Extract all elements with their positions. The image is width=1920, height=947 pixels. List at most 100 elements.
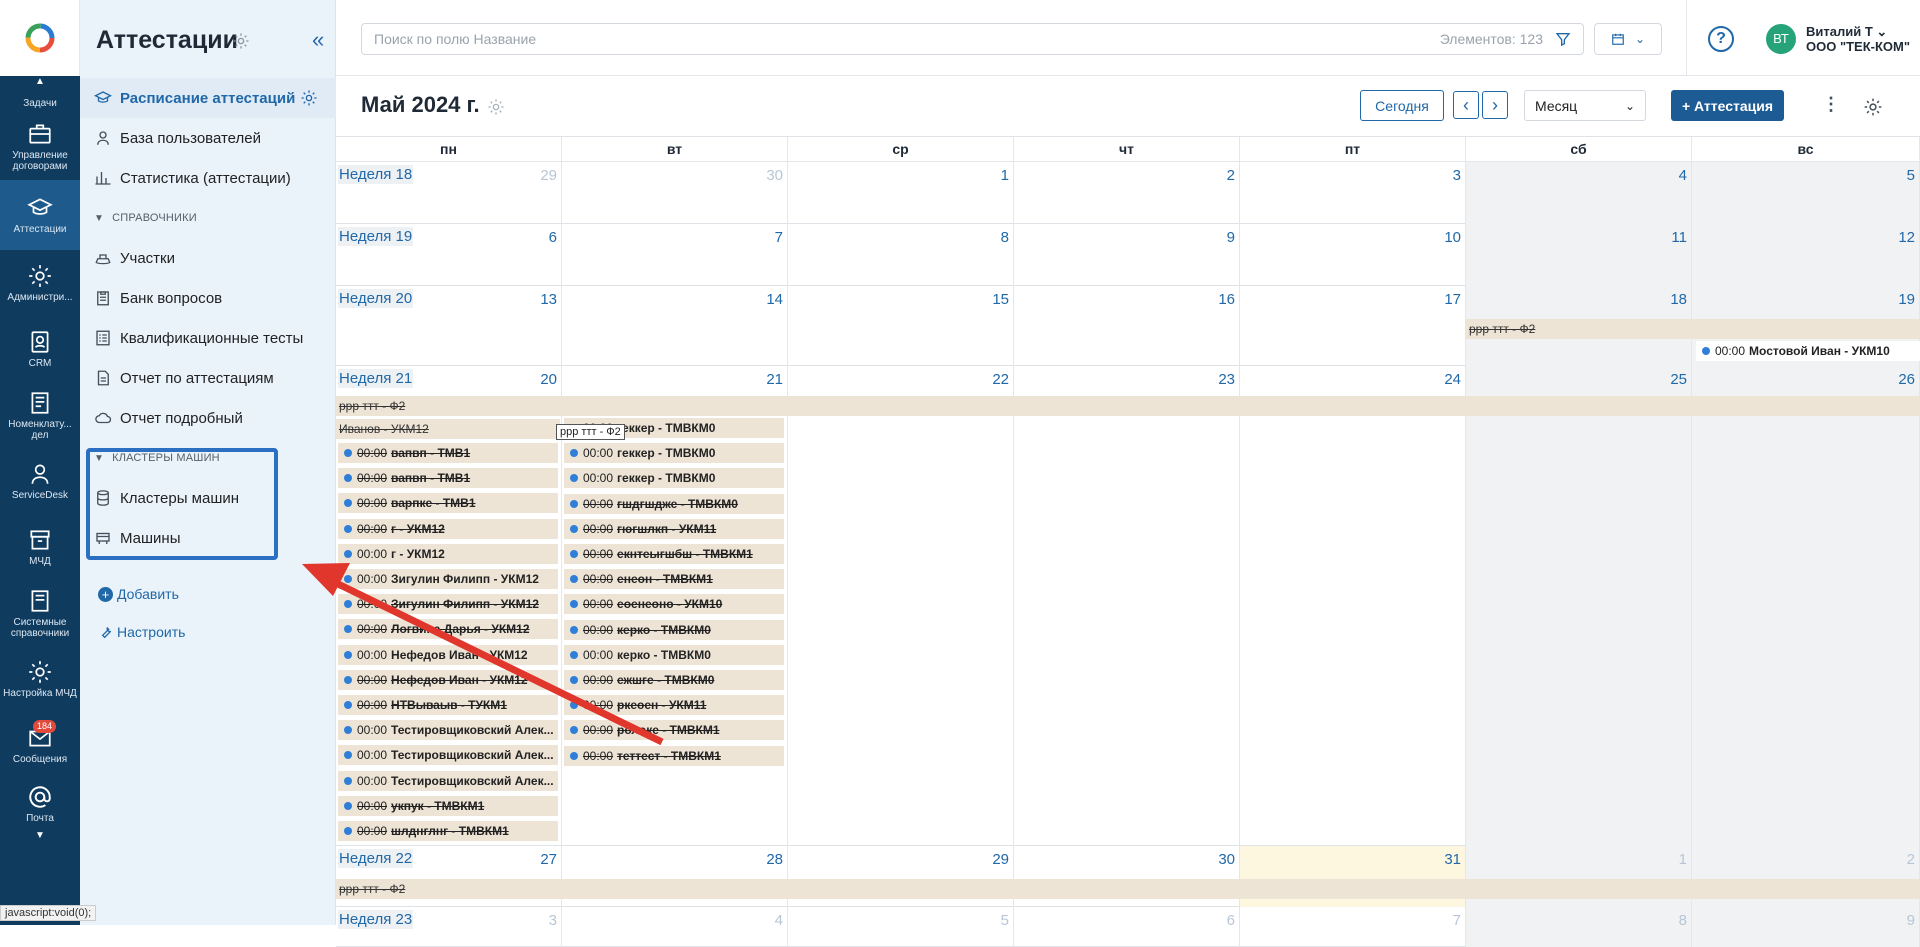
search-input[interactable]: Поиск по полю Название Элементов: 123 [361, 23, 1584, 55]
day-number[interactable]: 11 [1671, 229, 1687, 246]
day-number[interactable]: 9 [1907, 912, 1915, 929]
day-number[interactable]: 26 [1898, 371, 1915, 388]
gear-icon[interactable] [232, 32, 250, 50]
day-number[interactable]: 5 [1001, 912, 1009, 929]
day-cell[interactable]: 3 Неделя 23 [336, 907, 562, 947]
calendar-event[interactable]: 00:00 вапвп - ТМВ1 [338, 443, 558, 463]
calendar-event[interactable]: 00:00 енеон - ТМВКМ1 [564, 569, 784, 590]
calendar-event[interactable]: 00:00 керко - ТМВКМ0 [564, 644, 784, 665]
event-bar[interactable]: Иванов - УКМ12 [336, 419, 560, 439]
calendar-event[interactable]: 00:00 укпук - ТМВКМ1 [338, 795, 558, 816]
calendar-event[interactable]: 00:00 г - УКМ12 [338, 518, 558, 539]
day-cell[interactable]: 15 [788, 286, 1014, 366]
day-cell[interactable]: 9 [1692, 907, 1920, 947]
day-cell[interactable]: 12 [1692, 224, 1920, 286]
user-menu[interactable]: Виталий Т ⌄ ООО "ТЕК-КОМ" [1806, 24, 1910, 54]
day-cell[interactable]: 4 [562, 907, 788, 947]
day-number[interactable]: 27 [540, 851, 557, 868]
event-bar[interactable]: ррр ттт - Ф2 [336, 396, 1920, 416]
calendar-event[interactable]: 00:00 ролоке - ТМВКМ1 [564, 720, 784, 741]
day-number[interactable]: 30 [1218, 851, 1235, 868]
day-number[interactable]: 19 [1898, 291, 1915, 308]
calendar-event[interactable]: 00:00 Тестировщиковский Алек... [338, 745, 558, 766]
day-cell[interactable]: 29 Неделя 18 [336, 162, 562, 224]
calendar-event[interactable]: 00:00 Логвина Дарья - УКМ12 [338, 619, 558, 640]
rail-item-mchd-settings[interactable]: Настройка МЧД [0, 646, 80, 712]
sidebar-item-question-bank[interactable]: Банк вопросов [80, 278, 336, 318]
sidebar-item-qual-tests[interactable]: Квалификационные тесты [80, 318, 336, 358]
day-cell[interactable]: 22 [788, 366, 1014, 846]
week-label[interactable]: Неделя 21 [338, 369, 414, 388]
day-number[interactable]: 17 [1444, 291, 1461, 308]
calendar-event[interactable]: 00:00 керко - ТМВКМ0 [564, 619, 784, 640]
day-number[interactable]: 10 [1444, 229, 1461, 246]
day-cell[interactable]: 30 [562, 162, 788, 224]
day-number[interactable]: 18 [1670, 291, 1687, 308]
day-cell[interactable]: 6 Неделя 19 [336, 224, 562, 286]
calendar-event[interactable]: 00:00 гюгшлкп - УКМ11 [564, 518, 784, 539]
day-number[interactable]: 23 [1218, 371, 1235, 388]
calendar-event[interactable]: 00:00геккер - ТМВКМ0 [564, 468, 784, 489]
week-label[interactable]: Неделя 23 [338, 910, 414, 929]
day-number[interactable]: 7 [1453, 912, 1461, 929]
day-cell[interactable]: 23 [1014, 366, 1240, 846]
day-number[interactable]: 2 [1227, 167, 1235, 184]
day-cell[interactable]: 24 [1240, 366, 1466, 846]
day-cell[interactable]: 7 [1240, 907, 1466, 947]
add-button[interactable]: + Добавить [98, 586, 179, 602]
calendar-event[interactable]: 00:00 екнтеыгшбш - ТМВКМ1 [564, 544, 784, 564]
week-label[interactable]: Неделя 22 [338, 849, 414, 868]
calendar-event[interactable]: 00:00 гшдгшдже - ТМВКМ0 [564, 493, 784, 514]
week-label[interactable]: Неделя 18 [338, 165, 414, 184]
day-number[interactable]: 16 [1218, 291, 1235, 308]
day-number[interactable]: 4 [775, 912, 783, 929]
calendar-event[interactable]: 00:00 Нефедов Иван - УКМ12 [338, 644, 558, 665]
sidebar-item-detailed-report[interactable]: Отчет подробный [80, 398, 336, 438]
sidebar-item-report[interactable]: Отчет по аттестациям [80, 358, 336, 398]
rail-item-contracts[interactable]: Управление договорами [0, 112, 80, 180]
day-number[interactable]: 9 [1227, 229, 1235, 246]
gear-icon[interactable] [487, 98, 505, 116]
day-number[interactable]: 6 [549, 229, 557, 246]
day-cell[interactable]: 17 [1240, 286, 1466, 366]
sidebar-item-users[interactable]: База пользователей [80, 118, 336, 158]
day-number[interactable]: 7 [775, 229, 783, 246]
day-cell[interactable]: 10 [1240, 224, 1466, 286]
rail-item-messages[interactable]: 184 Сообщения [0, 712, 80, 778]
day-cell[interactable]: 4 [1466, 162, 1692, 224]
calendar-event[interactable]: 00:00 Тестировщиковский Алек... [338, 770, 558, 791]
sidebar-item-statistics[interactable]: Статистика (аттестации) [80, 158, 336, 198]
section-references[interactable]: ▼ СПРАВОЧНИКИ [80, 198, 336, 238]
app-logo[interactable] [0, 0, 80, 76]
day-number[interactable]: 29 [992, 851, 1009, 868]
day-number[interactable]: 29 [540, 167, 557, 184]
calendar-event[interactable]: 00:00 ркеоен - УКМ11 [564, 695, 784, 716]
rail-item-servicedesk[interactable]: ServiceDesk [0, 448, 80, 514]
day-number[interactable]: 22 [992, 371, 1009, 388]
day-cell[interactable]: 26 [1692, 366, 1920, 846]
week-label[interactable]: Неделя 19 [338, 227, 414, 246]
rail-item-tasks[interactable]: Задачи [0, 76, 80, 112]
filter-icon[interactable] [1555, 31, 1571, 47]
day-number[interactable]: 1 [1001, 167, 1009, 184]
day-number[interactable]: 2 [1907, 851, 1915, 868]
rail-item-admin[interactable]: Администри... [0, 250, 80, 316]
sidebar-item-sites[interactable]: Участки [80, 238, 336, 278]
day-number[interactable]: 14 [766, 291, 783, 308]
day-cell[interactable]: 1 [788, 162, 1014, 224]
day-number[interactable]: 8 [1001, 229, 1009, 246]
today-button[interactable]: Сегодня [1360, 90, 1444, 121]
calendar-event[interactable]: 00:00 вапвп - ТМВ1 [338, 468, 558, 489]
rail-item-nomenclature[interactable]: Номенклату... дел [0, 382, 80, 448]
day-cell[interactable]: 8 [1466, 907, 1692, 947]
prev-month-button[interactable]: ‹ [1453, 91, 1479, 119]
day-number[interactable]: 25 [1670, 371, 1687, 388]
day-number[interactable]: 21 [766, 371, 783, 388]
day-cell[interactable]: 8 [788, 224, 1014, 286]
day-number[interactable]: 5 [1907, 167, 1915, 184]
day-cell[interactable]: 16 [1014, 286, 1240, 366]
day-number[interactable]: 12 [1898, 229, 1915, 246]
more-options-icon[interactable]: ⋮ [1822, 94, 1840, 115]
day-cell[interactable]: 3 [1240, 162, 1466, 224]
calendar-event[interactable]: 00:00 ежшге - ТМВКМ0 [564, 670, 784, 690]
